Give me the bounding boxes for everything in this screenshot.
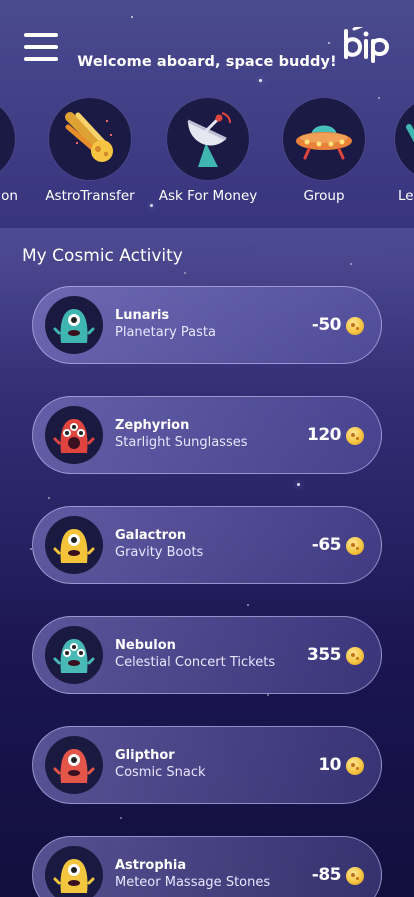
transaction-name: Astrophia (115, 858, 187, 873)
transaction-amount: -85 (311, 865, 342, 885)
comet-icon (49, 98, 131, 180)
transaction-item: Celestial Concert Tickets (115, 655, 276, 670)
action-ask-for-money[interactable]: Ask For Money (150, 98, 266, 204)
transaction-item: Gravity Boots (115, 545, 204, 560)
transaction-item: Planetary Pasta (115, 325, 216, 340)
transaction-row[interactable]: Nebulon Celestial Concert Tickets 355 (32, 616, 382, 694)
action-label: on (1, 188, 18, 204)
ufo-icon (283, 98, 365, 180)
action-astrotransfer[interactable]: AstroTransfer (32, 98, 148, 204)
quick-actions-carousel[interactable]: on AstroTransfer Ask For Money Group Le (0, 98, 414, 228)
action-label: Ask For Money (158, 188, 258, 204)
coin-icon (346, 867, 364, 885)
coin-icon (346, 757, 364, 775)
red-screaming-alien-avatar (45, 406, 103, 464)
coin-icon (346, 427, 364, 445)
coin-icon (346, 317, 364, 335)
transaction-amount: 120 (307, 425, 342, 445)
teal-alien-avatar (45, 296, 103, 354)
action-group[interactable]: Group (266, 98, 382, 204)
partial-action-icon (0, 98, 15, 180)
yellow-cyclops-alien-avatar (45, 846, 103, 897)
transaction-item: Cosmic Snack (115, 765, 206, 780)
teal-tall-alien-avatar (45, 626, 103, 684)
transaction-name: Zephyrion (115, 418, 190, 433)
transaction-name: Glipthor (115, 748, 175, 763)
red-worm-alien-avatar (45, 736, 103, 794)
satellite-dish-icon (167, 98, 249, 180)
transaction-item: Meteor Massage Stones (115, 875, 271, 890)
coin-icon (346, 647, 364, 665)
transaction-row[interactable]: Zephyrion Starlight Sunglasses 120 (32, 396, 382, 474)
transaction-item: Starlight Sunglasses (115, 435, 248, 450)
transaction-row[interactable]: Galactron Gravity Boots -65 (32, 506, 382, 584)
transaction-row[interactable]: Glipthor Cosmic Snack 10 (32, 726, 382, 804)
action-label: AstroTransfer (45, 188, 135, 204)
partial-action-icon (395, 98, 414, 180)
transaction-row[interactable]: Astrophia Meteor Massage Stones -85 (32, 836, 382, 897)
transaction-amount: 10 (318, 755, 341, 775)
section-title: My Cosmic Activity (22, 246, 183, 266)
action-label: Group (303, 188, 345, 204)
transaction-name: Lunaris (115, 308, 170, 323)
coin-icon (346, 537, 364, 555)
transaction-name: Galactron (115, 528, 187, 543)
yellow-alien-avatar (45, 516, 103, 574)
transaction-amount: 355 (307, 645, 342, 665)
transaction-amount: -65 (311, 535, 342, 555)
action-partial-left[interactable]: on (0, 98, 32, 204)
action-partial-right[interactable]: Let (378, 98, 414, 204)
transaction-name: Nebulon (115, 638, 176, 653)
transaction-row[interactable]: Lunaris Planetary Pasta -50 (32, 286, 382, 364)
header: Welcome aboard, space buddy! (0, 0, 414, 90)
action-label: Let (398, 188, 414, 204)
transaction-amount: -50 (311, 315, 342, 335)
bip-logo (342, 27, 390, 63)
